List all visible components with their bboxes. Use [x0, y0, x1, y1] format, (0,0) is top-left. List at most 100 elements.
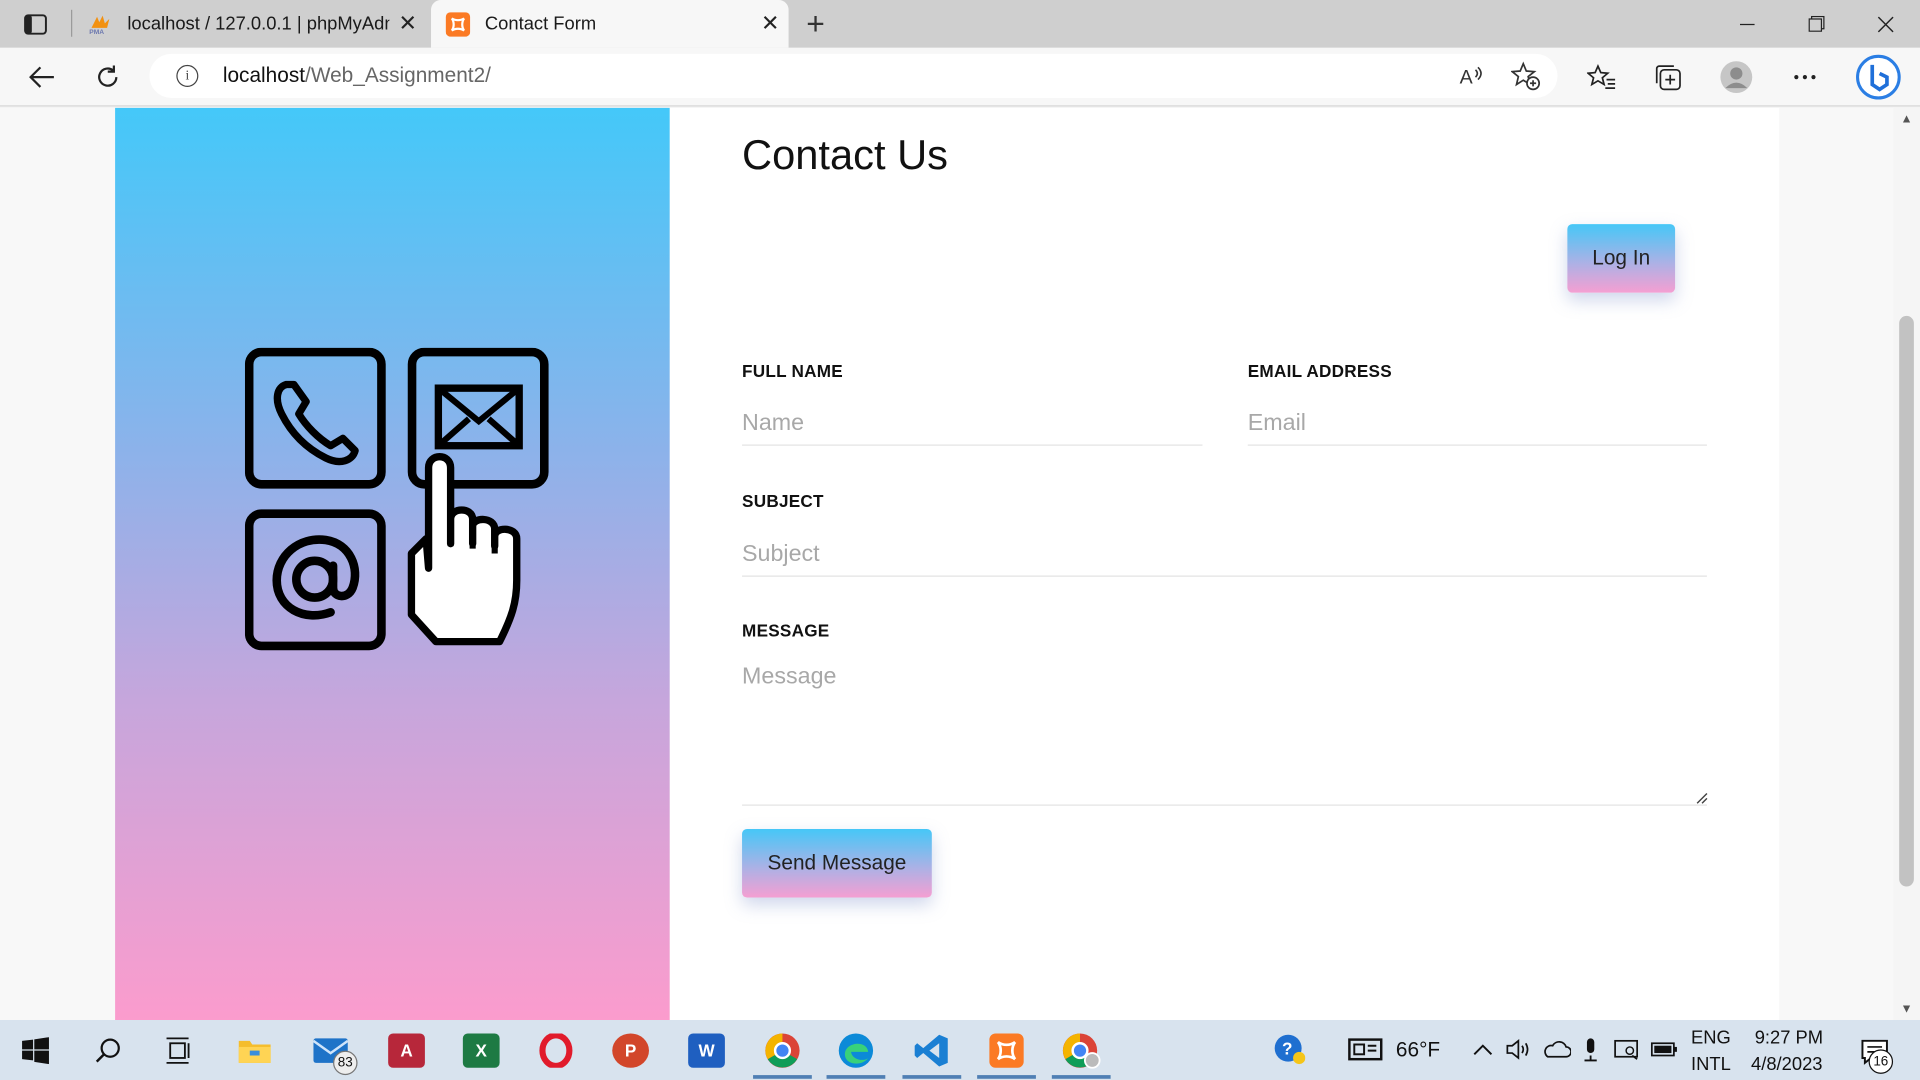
scroll-up-icon[interactable]: ▲: [1898, 113, 1915, 128]
tab-actions-icon: [24, 14, 47, 35]
minimize-button[interactable]: [1713, 0, 1782, 48]
bing-chat-button[interactable]: [1854, 53, 1903, 102]
restore-button[interactable]: [1782, 0, 1851, 48]
site-info-icon[interactable]: i: [176, 64, 199, 87]
windows-taskbar: 83 A X P W ? 66°F ENG INTL 9:27 PM 4/8/2…: [0, 1020, 1920, 1080]
tab-actions-button[interactable]: [12, 10, 59, 39]
svg-text:A: A: [1460, 66, 1474, 88]
page-title: Contact Us: [742, 132, 948, 179]
xampp-taskbar-icon: [989, 1032, 1024, 1068]
weather-temperature[interactable]: 66°F: [1396, 1038, 1440, 1062]
notifications-button[interactable]: 16: [1854, 1032, 1896, 1074]
email-label: EMAIL ADDRESS: [1247, 361, 1392, 381]
news-weather-icon[interactable]: [1347, 1036, 1384, 1063]
running-indicator: [826, 1075, 886, 1079]
scroll-thumb[interactable]: [1899, 315, 1914, 887]
read-aloud-icon[interactable]: A: [1457, 61, 1486, 90]
powerpoint-app-button[interactable]: P: [596, 1020, 665, 1080]
phpmyadmin-icon: PMA: [88, 12, 112, 36]
help-icon[interactable]: ?: [1273, 1034, 1306, 1065]
profile-button[interactable]: [1714, 55, 1758, 99]
edge-icon: [838, 1032, 874, 1068]
access-app-button[interactable]: A: [372, 1020, 441, 1080]
running-indicator: [1051, 1075, 1111, 1079]
full-name-input[interactable]: [742, 401, 1203, 446]
add-favorite-icon[interactable]: [1511, 61, 1541, 91]
contact-illustration: [244, 347, 549, 651]
new-tab-button[interactable]: +: [796, 4, 835, 42]
resize-handle-icon[interactable]: [1693, 790, 1708, 805]
minimize-icon: [1740, 23, 1755, 25]
avatar-icon: [1720, 61, 1753, 94]
email-input[interactable]: [1247, 401, 1707, 446]
browser-tab-strip: PMA localhost / 127.0.0.1 | phpMyAdmin ✕…: [0, 0, 1920, 48]
page-scrollbar[interactable]: ▲ ▼: [1893, 107, 1920, 1021]
message-textarea[interactable]: [742, 658, 1707, 806]
url-text[interactable]: localhost/Web_Assignment2/: [223, 64, 491, 88]
show-hidden-icons-icon[interactable]: [1469, 1036, 1496, 1063]
onedrive-icon[interactable]: [1542, 1036, 1572, 1063]
excel-icon: X: [462, 1032, 500, 1068]
subject-label: SUBJECT: [742, 491, 824, 511]
access-icon: A: [388, 1032, 425, 1068]
back-button[interactable]: [20, 55, 64, 99]
url-host: localhost: [222, 63, 306, 87]
input-language-line1[interactable]: ENG: [1691, 1027, 1731, 1048]
chrome-profile-icon: [1062, 1032, 1101, 1069]
close-tab-icon[interactable]: ✕: [752, 6, 789, 43]
svg-text:PMA: PMA: [89, 28, 104, 35]
svg-text:?: ?: [1282, 1038, 1292, 1058]
address-bar[interactable]: i localhost/Web_Assignment2/ A: [149, 53, 1558, 98]
start-button[interactable]: [1, 1020, 70, 1080]
notification-count-badge: 16: [1868, 1049, 1894, 1074]
tab-phpmyadmin[interactable]: PMA localhost / 127.0.0.1 | phpMyAdmin ✕: [76, 0, 426, 48]
phone-icon: [244, 347, 386, 489]
word-icon: W: [688, 1032, 725, 1068]
contact-image-panel: [115, 107, 670, 1021]
subject-input[interactable]: [742, 532, 1707, 577]
clock-time[interactable]: 9:27 PM: [1755, 1027, 1823, 1048]
microphone-icon[interactable]: [1577, 1036, 1604, 1063]
running-indicator: [977, 1075, 1036, 1079]
file-explorer-button[interactable]: [220, 1020, 289, 1080]
chrome-icon: [765, 1032, 800, 1068]
xampp-app-button[interactable]: [972, 1020, 1041, 1080]
opera-app-button[interactable]: [522, 1020, 591, 1080]
task-view-button[interactable]: [144, 1020, 213, 1080]
bing-icon: [1856, 54, 1901, 100]
refresh-button[interactable]: [86, 55, 130, 99]
back-arrow-icon: [29, 66, 54, 88]
collections-button[interactable]: [1646, 55, 1690, 99]
excel-app-button[interactable]: X: [447, 1020, 516, 1080]
display-settings-icon[interactable]: [1614, 1036, 1641, 1063]
running-indicator: [753, 1075, 812, 1079]
close-icon: [1877, 16, 1894, 32]
chrome-app-button[interactable]: [748, 1020, 817, 1080]
ellipsis-icon: [1794, 75, 1816, 80]
opera-icon: [539, 1032, 573, 1068]
scroll-down-icon[interactable]: ▼: [1898, 1003, 1915, 1018]
close-window-button[interactable]: [1851, 0, 1920, 48]
message-label: MESSAGE: [742, 620, 830, 641]
at-sign-icon: [244, 509, 386, 651]
chrome-profile-app-button[interactable]: [1047, 1020, 1116, 1080]
volume-icon[interactable]: [1505, 1036, 1532, 1063]
close-tab-icon[interactable]: ✕: [389, 6, 426, 43]
battery-icon[interactable]: [1650, 1036, 1678, 1063]
refresh-icon: [98, 65, 118, 87]
tab-contact-form[interactable]: Contact Form ✕: [431, 0, 789, 48]
full-name-label: FULL NAME: [742, 361, 843, 381]
vscode-app-button[interactable]: [898, 1020, 967, 1080]
clock-date[interactable]: 4/8/2023: [1751, 1054, 1822, 1075]
favorites-button[interactable]: [1580, 55, 1624, 99]
send-message-button[interactable]: Send Message: [742, 828, 932, 898]
search-button[interactable]: [73, 1020, 142, 1080]
input-language-line2[interactable]: INTL: [1691, 1054, 1731, 1075]
log-in-button[interactable]: Log In: [1567, 224, 1676, 293]
word-app-button[interactable]: W: [672, 1020, 741, 1080]
more-options-button[interactable]: [1783, 55, 1827, 99]
task-view-icon: [166, 1036, 190, 1064]
edge-app-button[interactable]: [822, 1020, 891, 1080]
tab-divider: [71, 9, 73, 37]
mail-app-button[interactable]: 83: [296, 1020, 365, 1080]
